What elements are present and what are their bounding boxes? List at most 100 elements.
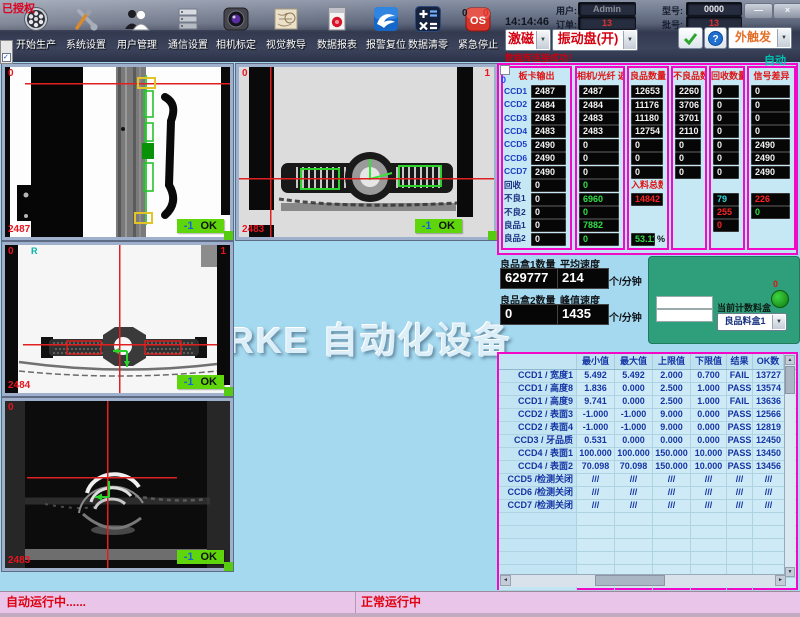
stats-value: 2490 (751, 139, 790, 152)
cam2-aux-counter: 1 (484, 68, 490, 79)
stats-column-group: 不良品数量 2260 3706 (671, 66, 707, 250)
vertical-scrollbar[interactable]: ▲ ▼ (784, 355, 795, 577)
stats-cell: 0 (579, 166, 621, 179)
stats-value: 0 (751, 99, 790, 112)
stats-value: 2483 (531, 112, 566, 125)
stats-cell: 0 (579, 179, 621, 192)
stats-value: 0 (751, 112, 790, 125)
scroll-right-icon[interactable]: ► (775, 575, 786, 586)
vscroll-thumb[interactable] (785, 366, 795, 394)
stats-cell: 0 (713, 125, 741, 138)
comm-settings-button[interactable]: 通信设置 (162, 5, 214, 51)
stats-value: 14842 (631, 193, 663, 206)
max-value: 0.000 (615, 435, 653, 447)
user-field[interactable]: Admin (578, 2, 636, 16)
stats-cells: 2260 3706 3701 (673, 85, 705, 246)
excite-dropdown[interactable]: 激磁▼ (505, 29, 551, 51)
max-value: /// (615, 474, 653, 486)
lower-limit: 10.000 (691, 448, 727, 460)
trigger-dropdown[interactable]: 外触发▼ (728, 27, 792, 49)
help-button[interactable]: ? (704, 27, 727, 49)
results-header: 上限值 (653, 354, 691, 369)
measurement-label: CCD6 /检测关闭 (499, 487, 577, 499)
max-value: /// (615, 487, 653, 499)
stats-column-header: 回收数量 (711, 68, 743, 85)
data-report-button[interactable]: 数据报表 (311, 5, 363, 51)
result-flag (727, 513, 753, 525)
confirm-button[interactable] (678, 27, 703, 49)
vibration-dropdown[interactable]: 振动盘(开)▼ (552, 29, 638, 51)
hscroll-thumb[interactable] (595, 575, 665, 586)
upper-limit: 0.000 (653, 435, 691, 447)
stats-cell: 0 (631, 152, 665, 165)
stats-value: 53.11 (631, 233, 655, 246)
table-row: CCD2 / 表面4 -1.000 -1.000 9.000 0.000 PAS… (499, 422, 796, 435)
camera-calibration-button[interactable]: 相机标定 (210, 5, 262, 51)
chevron-down-icon[interactable]: ▼ (777, 29, 790, 47)
stats-cell: 0 (713, 152, 741, 165)
scroll-down-icon[interactable]: ▼ (785, 567, 795, 577)
stats-value: 0 (713, 85, 739, 98)
horizontal-scrollbar[interactable]: ◄ ► (500, 574, 786, 587)
stats-value: 12754 (631, 125, 663, 138)
stats-column-group: 良品数量 12653 11176 (627, 66, 669, 250)
table-row: CCD1 / 宽度1 5.492 5.492 2.000 0.700 FAIL … (499, 370, 796, 383)
data-clear-button[interactable]: 数据清零 (402, 5, 454, 51)
ok-count: 12450 (753, 435, 784, 447)
user-field-label: 用户: (556, 4, 577, 17)
stats-cell: 11176 (631, 98, 665, 111)
emergency-stop-button[interactable]: OS 紧急停止 (452, 5, 504, 51)
stats-row-labels: CCD1 CCD2 CCD3 CCD4 CCD5 CCD6 CCD7 回收 不良… (504, 84, 528, 245)
count-input-2[interactable] (656, 309, 713, 322)
upper-limit (653, 552, 691, 564)
stats-cell: 2484 (579, 98, 621, 111)
lower-limit (691, 526, 727, 538)
stats-column-header: 不良品数量 (673, 68, 705, 85)
result-flag (727, 539, 753, 551)
chevron-down-icon[interactable]: ▼ (772, 315, 785, 329)
mini-checkbox[interactable]: ✓ (2, 53, 11, 62)
stats-value: 0 (713, 152, 739, 165)
camera-2-image (239, 67, 494, 237)
stats-checkbox[interactable] (500, 65, 510, 75)
scroll-left-icon[interactable]: ◄ (500, 575, 511, 586)
vision-teaching-button[interactable]: 视觉教导 (260, 5, 312, 51)
min-value: /// (577, 474, 615, 486)
stats-value: 2490 (751, 152, 790, 165)
stats-column-group: 相机/光纤 返回 2487 2484 (575, 66, 625, 250)
lower-limit: 1.000 (691, 396, 727, 408)
model-field[interactable]: 0000 (686, 2, 742, 16)
chevron-down-icon[interactable]: ▼ (623, 31, 636, 49)
stats-cell: 2110 (675, 125, 703, 138)
scroll-up-icon[interactable]: ▲ (785, 355, 795, 365)
table-row: CCD7 /检测关闭 /// /// /// /// /// /// (499, 500, 796, 513)
stats-value: 0 (751, 125, 790, 138)
count-input-1[interactable] (656, 296, 713, 309)
button-label: 数据清零 (402, 36, 454, 51)
user-management-button[interactable]: 用户管理 (111, 5, 163, 51)
max-value: 0.000 (615, 396, 653, 408)
stats-value: 0 (713, 139, 739, 152)
system-settings-button[interactable]: 系统设置 (60, 5, 112, 51)
stats-value: 0 (531, 179, 566, 192)
toolbar-mini-panel[interactable]: ✓ (0, 40, 13, 64)
stats-value: 0 (675, 139, 701, 152)
cam2-trigger-count: 2483 (242, 224, 264, 235)
stats-value: 0 (531, 233, 566, 246)
stats-cell: 0 (713, 139, 741, 152)
stats-value: 255 (713, 206, 739, 219)
stats-column-group: 回收数量 0 0 (709, 66, 745, 250)
count-box-select[interactable]: 良品料盒1▼ (717, 313, 787, 331)
order-field[interactable]: 13 (578, 16, 636, 30)
brand-watermark: RKE 自动化设备 (228, 312, 512, 364)
max-value: -1.000 (615, 422, 653, 434)
minimize-button[interactable]: — (744, 3, 773, 19)
ok-count: /// (753, 487, 784, 499)
chevron-down-icon[interactable]: ▼ (536, 31, 549, 49)
measurement-label (499, 552, 577, 564)
cam3-ok-badge: -1OK (177, 375, 224, 389)
stats-cell: 入料总数 (631, 179, 665, 192)
camera-view-1: 0 2487 -1OK (2, 64, 233, 240)
upper-limit: 150.000 (653, 448, 691, 460)
close-button[interactable]: × (773, 3, 800, 19)
